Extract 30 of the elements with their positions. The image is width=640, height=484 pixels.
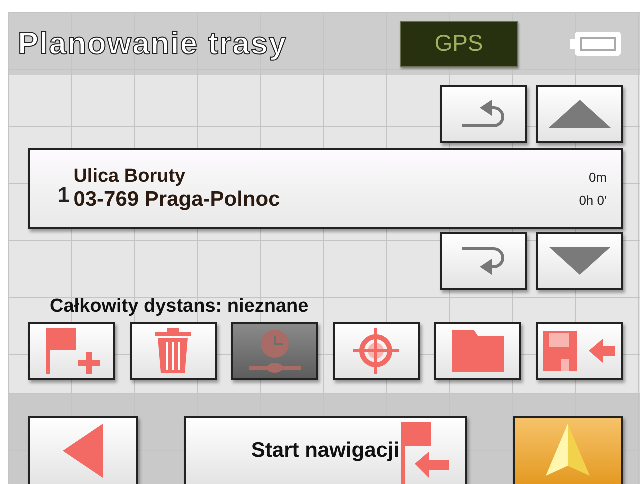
folder-icon [452,330,504,372]
stop-place: 03-769 Praga-Polnoc [74,188,280,212]
move-up-stop-button[interactable] [440,85,527,143]
stop-street: Ulica Boruty [74,166,187,188]
move-down-stop-button[interactable] [440,232,527,290]
tool-button[interactable] [332,322,420,380]
back-button[interactable] [28,416,138,484]
stop-distance: 0m [588,170,607,184]
screen-title: Planowanie trasy [18,26,288,62]
left-triangle-icon [63,424,103,478]
stop-number: 1 [58,184,70,208]
tool-button[interactable] [536,322,623,380]
floppy-arrow-icon [543,331,616,371]
stop-time: 0h 0' [579,192,607,208]
tool-button[interactable] [28,322,115,380]
up-triangle-icon [548,100,610,128]
gps-indicator: GPS [400,20,518,66]
scroll-up-button[interactable] [536,85,623,143]
trash-icon [153,328,194,374]
total-distance-text: Całkowity dystans: nieznane [50,296,310,318]
map-view-button[interactable] [513,416,623,484]
start-navigation-button[interactable]: Start nawigacji [184,416,467,484]
navigation-arrow-icon [546,424,590,478]
crosshair-icon [353,328,400,374]
down-triangle-icon [548,247,610,275]
scroll-down-button[interactable] [536,232,623,290]
tool-button[interactable] [434,322,522,380]
battery-icon [570,30,622,56]
tool-button[interactable] [130,322,217,380]
route-stop-card[interactable]: 1 Ulica Boruty 03-769 Praga-Polnoc 0m 0h 0' [28,148,623,229]
